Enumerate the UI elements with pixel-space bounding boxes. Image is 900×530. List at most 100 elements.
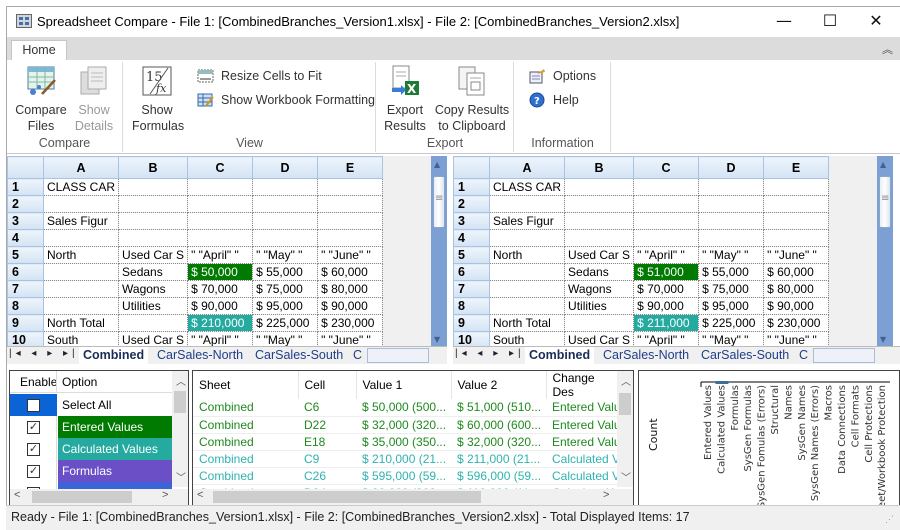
sheet-cell[interactable]: [698, 195, 765, 213]
sheet-cell[interactable]: [564, 195, 635, 213]
option-checkbox[interactable]: [27, 399, 40, 412]
sheet-cell[interactable]: $ 230,000: [763, 314, 830, 332]
sheet-cell[interactable]: [763, 229, 830, 247]
column-header[interactable]: B: [564, 156, 635, 179]
sheet-cell[interactable]: CLASS CAR: [43, 178, 120, 196]
sheet-cell[interactable]: [633, 212, 700, 230]
scroll-right-icon[interactable]: >: [603, 489, 609, 501]
sheet-cell[interactable]: CLASS CAR: [489, 178, 566, 196]
row-header[interactable]: 9: [453, 314, 490, 332]
column-header[interactable]: D: [252, 156, 319, 179]
results-header-change-desc[interactable]: Change Des: [546, 371, 619, 399]
sheet-cell[interactable]: Wagons: [564, 280, 635, 298]
scroll-thumb[interactable]: [879, 176, 891, 228]
scroll-right-icon[interactable]: >: [162, 489, 168, 501]
sheet-cell[interactable]: [252, 229, 319, 247]
scroll-left-icon[interactable]: <: [14, 489, 20, 501]
scroll-down-icon[interactable]: ﹀: [176, 469, 186, 484]
sheet-cell[interactable]: $ 55,000: [252, 263, 319, 281]
sheet-cell[interactable]: " "May" ": [252, 246, 319, 264]
close-button[interactable]: ✕: [853, 7, 899, 37]
sheet-tab-carsales-north[interactable]: CarSales-North: [157, 347, 243, 364]
sheet-cell[interactable]: " "June" ": [763, 246, 830, 264]
row-header[interactable]: 3: [7, 212, 44, 230]
results-vertical-scrollbar[interactable]: ︿ ﹀: [617, 371, 633, 487]
column-header[interactable]: B: [118, 156, 189, 179]
sheet-nav-buttons[interactable]: |◂ ◂ ▸ ▸|: [9, 348, 79, 359]
scroll-down-icon[interactable]: ▼: [880, 335, 886, 344]
sheet-cell[interactable]: [489, 263, 566, 281]
scroll-thumb[interactable]: [213, 491, 481, 503]
option-row[interactable]: ✓ Formulas: [10, 460, 172, 482]
option-row[interactable]: ✓ Calculated Values: [10, 438, 172, 460]
sheet-cell[interactable]: [489, 280, 566, 298]
export-results-button[interactable]: X Export Results: [381, 64, 429, 134]
column-header[interactable]: C: [633, 156, 700, 179]
sheet-cell[interactable]: [564, 314, 635, 332]
scroll-thumb[interactable]: [619, 393, 631, 415]
show-workbook-formatting-button[interactable]: Show Workbook Formatting: [197, 90, 375, 110]
column-header[interactable]: E: [763, 156, 830, 179]
sheet-cell[interactable]: [118, 212, 189, 230]
sheet-tab-combined[interactable]: Combined: [525, 347, 595, 364]
scroll-thumb[interactable]: [32, 491, 132, 503]
show-formulas-button[interactable]: 15 fx Show Formulas: [132, 64, 184, 134]
scroll-thumb[interactable]: [174, 391, 186, 413]
sheet-tab-carsales-south[interactable]: CarSales-South: [255, 347, 343, 364]
row-header[interactable]: 3: [453, 212, 490, 230]
sheet-cell[interactable]: [252, 195, 319, 213]
grid-corner[interactable]: [7, 156, 44, 179]
sheet-cell[interactable]: $ 55,000: [698, 263, 765, 281]
sheet-tab-more[interactable]: C: [799, 347, 808, 364]
sheet-cell[interactable]: $ 90,000: [317, 297, 384, 315]
row-header[interactable]: 4: [7, 229, 44, 247]
sheet-cell[interactable]: Sales Figur: [489, 212, 566, 230]
sheet-cell[interactable]: $ 75,000: [698, 280, 765, 298]
scroll-up-icon[interactable]: ▲: [434, 160, 440, 169]
sheet-tab-combined[interactable]: Combined: [79, 347, 149, 364]
sheet-cell[interactable]: $ 70,000: [187, 280, 254, 298]
results-header-cell[interactable]: Cell: [298, 371, 357, 399]
sheet-cell[interactable]: $ 51,000: [633, 263, 700, 281]
sheet-cell[interactable]: $ 225,000: [252, 314, 319, 332]
sheet-cell[interactable]: [698, 229, 765, 247]
sheet-cell[interactable]: Utilities: [564, 297, 635, 315]
row-header[interactable]: 5: [7, 246, 44, 264]
sheet-cell[interactable]: [43, 195, 120, 213]
minimize-button[interactable]: —: [761, 7, 807, 37]
sheet-cell[interactable]: [252, 178, 319, 196]
results-header-value2[interactable]: Value 2: [451, 371, 547, 399]
sheet-cell[interactable]: $ 95,000: [698, 297, 765, 315]
compare-files-button[interactable]: Compare Files: [13, 64, 69, 134]
sheet-cell[interactable]: [698, 212, 765, 230]
sheet-cell[interactable]: [187, 195, 254, 213]
sheet-cell[interactable]: [633, 229, 700, 247]
sheet-cell[interactable]: [118, 314, 189, 332]
sheet-cell[interactable]: $ 211,000: [633, 314, 700, 332]
sheet-cell[interactable]: [763, 195, 830, 213]
grid-corner[interactable]: [453, 156, 490, 179]
row-header[interactable]: 2: [7, 195, 44, 213]
right-sheet-horizontal-scrollbar[interactable]: [813, 348, 875, 363]
sheet-tab-carsales-north[interactable]: CarSales-North: [603, 347, 689, 364]
sheet-cell[interactable]: [489, 229, 566, 247]
show-details-button[interactable]: Show Details: [71, 64, 117, 134]
sheet-cell[interactable]: Sedans: [118, 263, 189, 281]
sheet-cell[interactable]: [763, 212, 830, 230]
sheet-cell[interactable]: " "April" ": [633, 246, 700, 264]
sheet-cell[interactable]: $ 60,000: [317, 263, 384, 281]
option-checkbox[interactable]: ✓: [27, 421, 40, 434]
sheet-cell[interactable]: [564, 212, 635, 230]
sheet-cell[interactable]: [489, 297, 566, 315]
maximize-button[interactable]: ☐: [807, 7, 853, 37]
sheet-cell[interactable]: Used Car S: [118, 246, 189, 264]
row-header[interactable]: 1: [453, 178, 490, 196]
results-row[interactable]: Combined C9 $ 210,000 (21... $ 211,000 (21.…: [193, 450, 618, 468]
row-header[interactable]: 7: [7, 280, 44, 298]
resize-cells-button[interactable]: Resize Cells to Fit: [197, 66, 322, 86]
sheet-cell[interactable]: $ 90,000: [763, 297, 830, 315]
sheet-cell[interactable]: [187, 178, 254, 196]
sheet-cell[interactable]: [187, 229, 254, 247]
scroll-up-icon[interactable]: ︿: [176, 373, 186, 388]
sheet-cell[interactable]: [564, 178, 635, 196]
